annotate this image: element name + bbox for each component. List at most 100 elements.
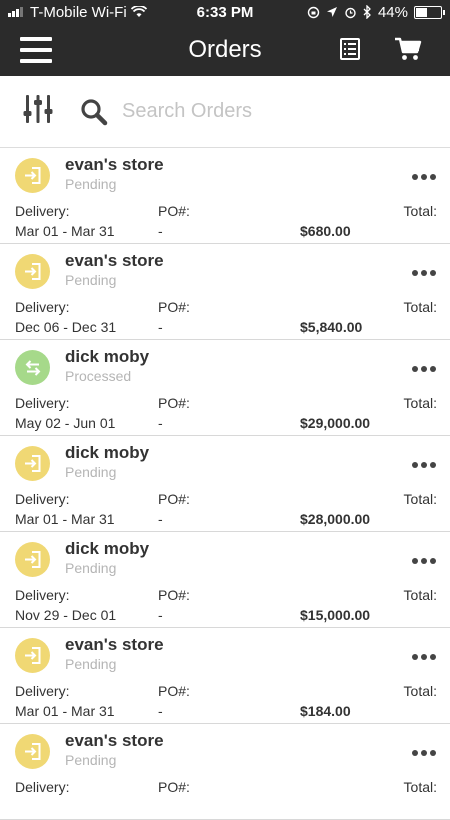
ellipsis-icon (412, 270, 418, 276)
enter-icon (25, 263, 41, 280)
delivery-value: Mar 01 - Mar 31 (15, 511, 115, 527)
wifi-icon (130, 6, 147, 17)
order-status: Pending (65, 176, 117, 192)
order-status-indicator (15, 254, 50, 289)
signal-strength-icon (8, 7, 23, 17)
order-row[interactable]: dick moby Pending Delivery: PO#: Total: … (0, 532, 450, 628)
carrier-label: T-Mobile Wi-Fi (30, 3, 127, 21)
cart-button[interactable] (394, 36, 422, 67)
order-status-indicator (15, 158, 50, 193)
store-name: evan's store (65, 155, 164, 174)
battery-icon (414, 5, 445, 19)
po-label: PO#: (158, 587, 190, 603)
order-row[interactable]: evan's store Pending Delivery: PO#: Tota… (0, 148, 450, 244)
order-row[interactable]: evan's store Pending Delivery: PO#: Tota… (0, 724, 450, 820)
more-options-button[interactable] (412, 650, 436, 664)
order-status-indicator (15, 638, 50, 673)
store-name: dick moby (65, 443, 150, 462)
more-options-button[interactable] (412, 458, 436, 472)
po-value: - (158, 415, 163, 431)
alarm-clock-icon (345, 7, 356, 18)
order-list: evan's store Pending Delivery: PO#: Tota… (0, 148, 450, 820)
order-status-indicator (15, 542, 50, 577)
total-label: Total: (403, 779, 437, 795)
more-options-button[interactable] (412, 362, 436, 376)
total-value: $15,000.00 (300, 607, 371, 623)
search-bar (0, 76, 450, 148)
total-value: $29,000.00 (300, 415, 371, 431)
total-value: $5,840.00 (300, 319, 363, 335)
enter-icon (25, 167, 41, 184)
order-status: Pending (65, 752, 117, 768)
po-label: PO#: (158, 395, 190, 411)
order-status-indicator (15, 350, 50, 385)
more-options-button[interactable] (412, 266, 436, 280)
bluetooth-icon (363, 5, 371, 19)
order-list-button[interactable] (340, 38, 360, 65)
po-value: - (158, 319, 163, 335)
delivery-value: Nov 29 - Dec 01 (15, 607, 117, 623)
search-icon (81, 98, 108, 125)
ellipsis-icon (412, 750, 418, 756)
order-row[interactable]: dick moby Pending Delivery: PO#: Total: … (0, 436, 450, 532)
swap-arrows-icon (25, 359, 40, 376)
sliders-icon (23, 95, 53, 123)
enter-icon (25, 551, 41, 568)
total-value: $184.00 (300, 703, 351, 719)
total-label: Total: (403, 299, 437, 315)
delivery-label: Delivery: (15, 683, 70, 699)
ellipsis-icon (412, 174, 418, 180)
ellipsis-icon (412, 558, 418, 564)
delivery-label: Delivery: (15, 395, 70, 411)
order-row[interactable]: dick moby Processed Delivery: PO#: Total… (0, 340, 450, 436)
total-label: Total: (403, 203, 437, 219)
menu-button[interactable] (20, 37, 52, 63)
search-input[interactable] (120, 99, 424, 124)
total-label: Total: (403, 587, 437, 603)
app-header: Orders (0, 24, 450, 76)
more-options-button[interactable] (412, 170, 436, 184)
enter-icon (25, 647, 41, 664)
order-row[interactable]: evan's store Pending Delivery: PO#: Tota… (0, 244, 450, 340)
page-title: Orders (188, 36, 262, 63)
order-status: Pending (65, 656, 117, 672)
delivery-label: Delivery: (15, 299, 70, 315)
cart-icon (395, 37, 422, 60)
status-bar: T-Mobile Wi-Fi 6:33 PM 44% (0, 0, 450, 24)
delivery-value: Mar 01 - Mar 31 (15, 703, 115, 719)
enter-icon (25, 743, 41, 760)
order-status-indicator (15, 446, 50, 481)
delivery-value: Dec 06 - Dec 31 (15, 319, 117, 335)
total-value: $680.00 (300, 223, 351, 239)
delivery-label: Delivery: (15, 779, 70, 795)
order-status: Processed (65, 368, 132, 384)
po-value: - (158, 703, 163, 719)
more-options-button[interactable] (412, 746, 436, 760)
order-row[interactable]: evan's store Pending Delivery: PO#: Tota… (0, 628, 450, 724)
store-name: evan's store (65, 251, 164, 270)
po-label: PO#: (158, 491, 190, 507)
total-label: Total: (403, 683, 437, 699)
total-label: Total: (403, 395, 437, 411)
delivery-label: Delivery: (15, 587, 70, 603)
delivery-label: Delivery: (15, 203, 70, 219)
location-arrow-icon (326, 7, 337, 17)
po-label: PO#: (158, 299, 190, 315)
more-options-button[interactable] (412, 554, 436, 568)
po-value: - (158, 511, 163, 527)
store-name: dick moby (65, 347, 150, 366)
total-label: Total: (403, 491, 437, 507)
total-value: $28,000.00 (300, 511, 371, 527)
po-label: PO#: (158, 779, 190, 795)
order-status-indicator (15, 734, 50, 769)
enter-icon (25, 455, 41, 472)
store-name: evan's store (65, 731, 164, 750)
delivery-value: Mar 01 - Mar 31 (15, 223, 115, 239)
order-status: Pending (65, 272, 117, 288)
po-label: PO#: (158, 203, 190, 219)
po-value: - (158, 607, 163, 623)
filter-button[interactable] (22, 93, 54, 130)
list-icon (340, 38, 360, 60)
order-status: Pending (65, 560, 117, 576)
po-label: PO#: (158, 683, 190, 699)
